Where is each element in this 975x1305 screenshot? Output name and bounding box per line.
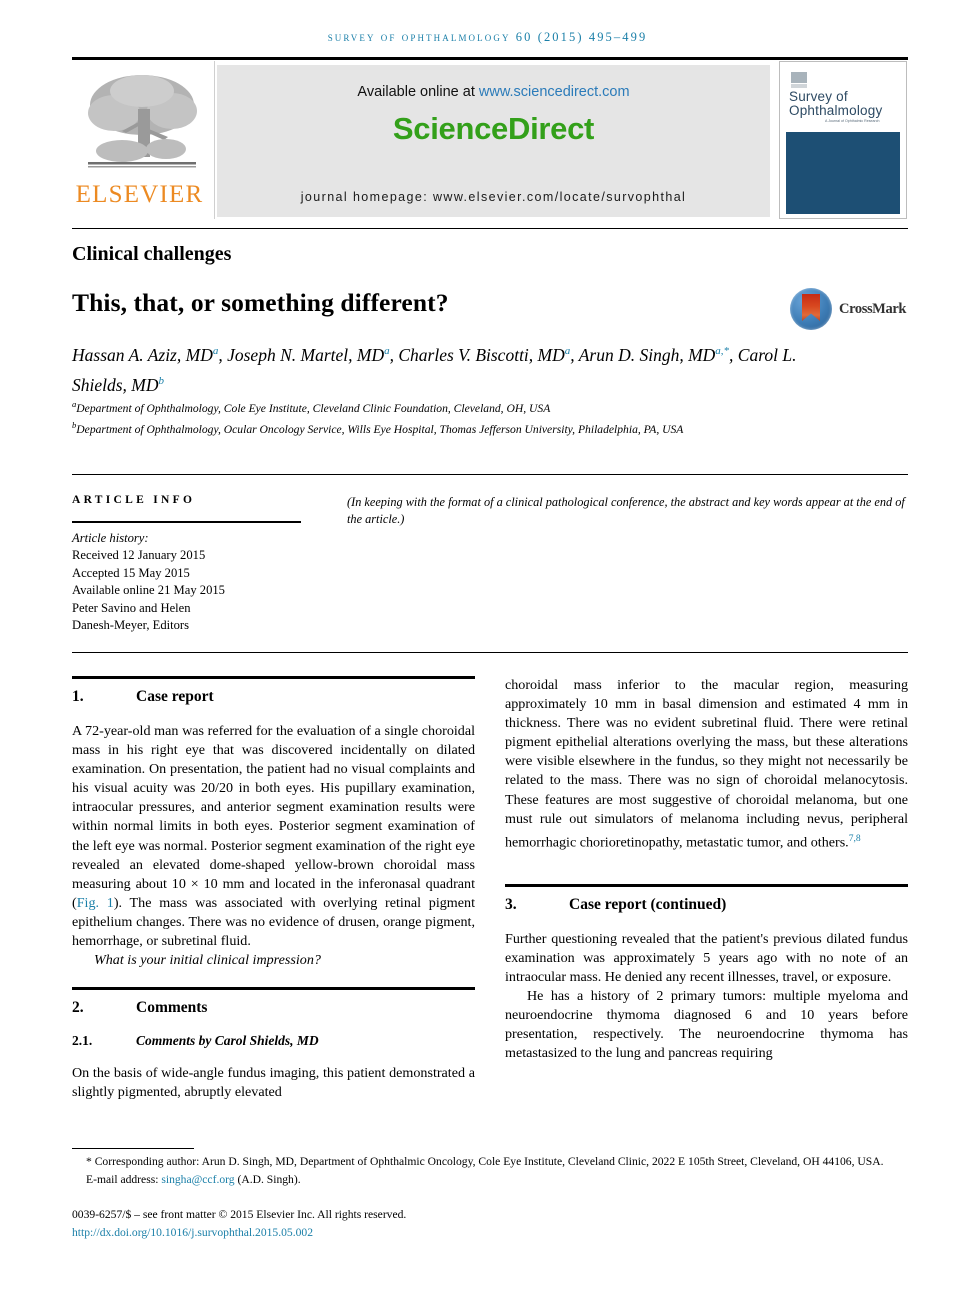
author-1-name: Joseph N. Martel, MD (227, 344, 385, 365)
section-number-1: 1. (72, 688, 84, 705)
author-3-affil-marker: a,* (715, 345, 730, 357)
email-note: E-mail address: singha@ccf.org (A.D. Sin… (72, 1172, 908, 1188)
article-history-label: Article history: (72, 531, 149, 545)
comments-continuation-text: choroidal mass inferior to the macular r… (505, 677, 908, 851)
crossmark-label: CrossMark (839, 301, 907, 317)
author-4-affil-marker: b (158, 374, 165, 387)
abstract-placement-note: (In keeping with the format of a clinica… (347, 495, 905, 527)
page-title: This, that, or something different? (72, 288, 449, 317)
email-link[interactable]: singha@ccf.org (161, 1173, 234, 1186)
right-column: choroidal mass inferior to the macular r… (505, 676, 908, 1063)
section-title-3: Case report (continued) (569, 895, 727, 913)
available-online-line: Available online at www.sciencedirect.co… (217, 84, 770, 100)
author-0-affil-marker: a (212, 345, 219, 357)
corresponding-author-note: * Corresponding author: Arun D. Singh, M… (72, 1154, 908, 1170)
sciencedirect-banner: Available online at www.sciencedirect.co… (217, 65, 770, 217)
author-0-name: Hassan A. Aziz, MD (72, 344, 213, 365)
footnote-block: * Corresponding author: Arun D. Singh, M… (72, 1154, 908, 1189)
cover-title-line2: Ophthalmology (789, 103, 883, 118)
affiliation-a-text: Department of Ophthalmology, Cole Eye In… (76, 401, 551, 415)
masthead: ELSEVIER Available online at www.science… (72, 57, 908, 219)
crossmark-circle-icon (790, 288, 832, 330)
article-info-bottom-rule (72, 652, 908, 653)
article-category-kicker: Clinical challenges (72, 243, 232, 265)
author-2-name: Charles V. Biscotti, MD (398, 344, 565, 365)
section-heading-case-report: 1. Case report (72, 688, 475, 706)
author-1: Joseph N. Martel, MDa, (227, 344, 399, 365)
author-0: Hassan A. Aziz, MDa, (72, 344, 228, 365)
email-suffix: (A.D. Singh). (234, 1173, 301, 1187)
affiliations: aDepartment of Ophthalmology, Cole Eye I… (72, 396, 852, 438)
case-report-question: What is your initial clinical impression… (94, 952, 321, 969)
author-list: Hassan A. Aziz, MDa, Joseph N. Martel, M… (72, 338, 852, 398)
running-head: Survey of Ophthalmology 60 (2015) 495–49… (327, 30, 648, 44)
case-report-paragraph-1: A 72-year-old man was referred for the e… (72, 722, 475, 951)
section-number-2: 2. (72, 999, 84, 1017)
article-history-block: Article history: Received 12 January 201… (72, 530, 312, 634)
elsevier-logo-box: ELSEVIER (72, 61, 215, 219)
section-rule-comments (72, 987, 475, 991)
section-number-3: 3. (505, 895, 517, 913)
case-report-p1-part-a: A 72-year-old man was referred for the e… (72, 723, 475, 911)
copyright-line: 0039-6257/$ – see front matter © 2015 El… (72, 1208, 407, 1221)
case-report-continued-paragraph-2: He has a history of 2 primary tumors: mu… (505, 987, 908, 1062)
author-3: Arun D. Singh, MDa,*, (578, 344, 738, 365)
section-rule-case-report-continued (505, 883, 908, 887)
elsevier-tree-icon (88, 75, 197, 168)
doi-link[interactable]: http://dx.doi.org/10.1016/j.survophthal.… (72, 1226, 313, 1239)
editors-line-2: Danesh-Meyer, Editors (72, 618, 190, 633)
article-available-online-date: Available online 21 May 2015 (72, 583, 225, 598)
elsevier-wordmark: ELSEVIER (75, 181, 204, 208)
case-report-continued-paragraph-1: Further questioning revealed that the pa… (505, 930, 908, 985)
article-info-underline (72, 521, 301, 523)
affiliation-a: aDepartment of Ophthalmology, Cole Eye I… (72, 396, 852, 417)
left-column: 1. Case report A 72-year-old man was ref… (72, 676, 475, 1102)
author-2-affil-marker: a (564, 345, 571, 357)
crossmark-badge-group[interactable]: CrossMark (790, 288, 908, 332)
editors-line-1: Peter Savino and Helen (72, 600, 191, 615)
cover-title-line1: Survey of (789, 89, 848, 104)
journal-cover-thumbnail: Survey of Ophthalmology A Journal of Oph… (779, 61, 907, 219)
footnote-rule (72, 1148, 194, 1149)
masthead-top-rule (72, 57, 908, 60)
sciencedirect-logo[interactable]: ScienceDirect (217, 111, 770, 147)
reference-link-7-8[interactable]: 7,8 (849, 833, 861, 844)
email-label: E-mail address: (86, 1173, 162, 1187)
article-received-date: Received 12 January 2015 (72, 548, 206, 563)
author-2: Charles V. Biscotti, MDa, (398, 344, 579, 365)
affiliation-b: bDepartment of Ophthalmology, Ocular Onc… (72, 417, 852, 438)
journal-homepage-line[interactable]: journal homepage: www.elsevier.com/locat… (217, 190, 770, 204)
affiliation-b-text: Department of Ophthalmology, Ocular Onco… (76, 422, 684, 436)
section-title-2: Comments (136, 999, 208, 1017)
cover-color-block (786, 132, 900, 214)
comments-continuation-paragraph: choroidal mass inferior to the macular r… (505, 676, 908, 853)
subsection-number-2-1: 2.1. (72, 1033, 93, 1049)
corresponding-author-text: Corresponding author: Arun D. Singh, MD,… (91, 1155, 884, 1168)
article-accepted-date: Accepted 15 May 2015 (72, 565, 190, 580)
figure-1-link[interactable]: Fig. 1 (77, 895, 114, 911)
article-info-heading: ARTICLE INFO (72, 494, 196, 506)
author-1-affil-marker: a (384, 345, 390, 357)
section-heading-comments: 2. Comments (72, 999, 475, 1017)
section-heading-case-report-continued: 3. Case report (continued) (505, 896, 908, 914)
crossmark-ribbon-icon (802, 294, 820, 321)
subsection-title-2-1: Comments by Carol Shields, MD (136, 1033, 319, 1049)
section-title-1: Case report (136, 688, 214, 705)
case-report-p1-part-b: ). The mass was associated with overlyin… (72, 894, 475, 950)
sciencedirect-url-link[interactable]: www.sciencedirect.com (479, 84, 630, 100)
title-divider-rule (72, 228, 908, 229)
available-online-prefix: Available online at (357, 84, 479, 100)
author-3-name: Arun D. Singh, MD (578, 344, 716, 365)
section-rule-case-report (72, 676, 475, 679)
cover-mini-emblem-icon (790, 71, 808, 89)
cover-subtitle: A Journal of Ophthalmic Research (825, 119, 880, 123)
cover-title: Survey of Ophthalmology (789, 90, 899, 118)
subsection-heading-comments-shields: 2.1. Comments by Carol Shields, MD (72, 1033, 475, 1049)
article-info-top-rule (72, 474, 908, 475)
journal-article-page: Survey of Ophthalmology 60 (2015) 495–49… (0, 0, 975, 1305)
comments-paragraph-1: On the basis of wide-angle fundus imagin… (72, 1065, 475, 1101)
